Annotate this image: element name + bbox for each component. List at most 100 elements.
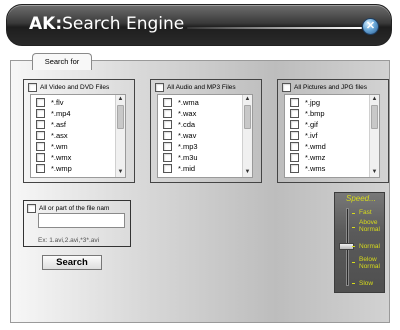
list-item-label: *.flv bbox=[51, 98, 64, 107]
item-checkbox[interactable] bbox=[36, 120, 45, 129]
scroll-down-icon[interactable]: ▼ bbox=[243, 168, 252, 177]
close-icon[interactable]: ✕ bbox=[362, 18, 379, 35]
list-item-label: *.cda bbox=[178, 120, 196, 129]
list-item[interactable]: *.jpg bbox=[290, 98, 320, 107]
list-item-label: *.asf bbox=[51, 120, 67, 129]
list-item[interactable]: *.wav bbox=[163, 131, 196, 140]
pictures-all-checkbox[interactable] bbox=[282, 83, 291, 92]
item-checkbox[interactable] bbox=[163, 164, 172, 173]
list-item[interactable]: *.ivf bbox=[290, 131, 318, 140]
filename-input[interactable] bbox=[38, 213, 125, 228]
audio-list[interactable]: *.wma *.wax *.cda *.wav *.mp3 *.m3u *.mi… bbox=[157, 94, 253, 178]
audio-all-checkbox[interactable] bbox=[155, 83, 164, 92]
item-checkbox[interactable] bbox=[36, 164, 45, 173]
video-list[interactable]: *.flv *.mp4 *.asf *.asx *.wm *.wmx *.wmp… bbox=[30, 94, 126, 178]
search-button[interactable]: Search bbox=[42, 255, 102, 270]
speed-tick bbox=[352, 227, 355, 228]
list-item[interactable]: *.wm bbox=[36, 142, 68, 151]
list-item-label: *.wm bbox=[51, 142, 68, 151]
list-item[interactable]: *.wmx bbox=[36, 153, 71, 162]
pictures-list[interactable]: *.jpg *.bmp *.gif *.ivf *.wmd *.wmz *.wm… bbox=[284, 94, 380, 178]
speed-label-above-normal: Above Normal bbox=[359, 219, 380, 233]
list-item-label: *.wmx bbox=[51, 153, 72, 162]
list-item[interactable]: *.wmp bbox=[36, 164, 72, 173]
list-item-label: *.wma bbox=[178, 98, 199, 107]
speed-label-below-normal: Below Normal bbox=[359, 256, 380, 270]
list-item-label: *.bmp bbox=[305, 109, 325, 118]
item-checkbox[interactable] bbox=[36, 142, 45, 151]
list-item[interactable]: *.m3u bbox=[163, 153, 198, 162]
scroll-down-icon[interactable]: ▼ bbox=[116, 168, 125, 177]
audio-group: All Audio and MP3 Files *.wma *.wax *.cd… bbox=[150, 79, 262, 183]
pictures-group-label: All Pictures and JPG files bbox=[294, 84, 367, 91]
audio-list-scrollbar[interactable]: ▲ ▼ bbox=[242, 95, 252, 177]
list-item[interactable]: *.mid bbox=[163, 164, 195, 173]
title-bar[interactable]: AK:Search Engine ✕ bbox=[6, 4, 392, 46]
app-title-brand: AK: bbox=[29, 14, 63, 34]
list-item[interactable]: *.wax bbox=[163, 109, 196, 118]
list-item[interactable]: *.flv bbox=[36, 98, 64, 107]
item-checkbox[interactable] bbox=[163, 98, 172, 107]
filename-search-checkbox[interactable] bbox=[27, 204, 36, 213]
list-item[interactable]: *.bmp bbox=[290, 109, 325, 118]
audio-group-label: All Audio and MP3 Files bbox=[167, 84, 236, 91]
video-all-checkbox[interactable] bbox=[28, 83, 37, 92]
list-item-label: *.wax bbox=[178, 109, 197, 118]
item-checkbox[interactable] bbox=[290, 120, 299, 129]
video-group-label: All Video and DVD Files bbox=[40, 84, 110, 91]
list-item[interactable]: *.mp4 bbox=[36, 109, 71, 118]
item-checkbox[interactable] bbox=[290, 153, 299, 162]
item-checkbox[interactable] bbox=[36, 98, 45, 107]
pictures-group-header[interactable]: All Pictures and JPG files bbox=[282, 83, 367, 92]
scroll-down-icon[interactable]: ▼ bbox=[370, 168, 379, 177]
list-item[interactable]: *.wma bbox=[163, 98, 199, 107]
item-checkbox[interactable] bbox=[163, 142, 172, 151]
list-item-label: *.gif bbox=[305, 120, 318, 129]
item-checkbox[interactable] bbox=[163, 153, 172, 162]
list-item[interactable]: *.wms bbox=[290, 164, 325, 173]
list-item[interactable]: *.wmd bbox=[290, 142, 326, 151]
speed-tick bbox=[352, 283, 355, 284]
speed-tick bbox=[352, 262, 355, 263]
audio-group-header[interactable]: All Audio and MP3 Files bbox=[155, 83, 236, 92]
list-item[interactable]: *.gif bbox=[290, 120, 318, 129]
list-item-label: *.wav bbox=[178, 131, 197, 140]
list-item-label: *.mp3 bbox=[178, 142, 198, 151]
list-item[interactable]: *.asx bbox=[36, 131, 68, 140]
tab-search-for[interactable]: Search for bbox=[32, 53, 92, 70]
speed-title: Speed... bbox=[346, 194, 376, 203]
pictures-list-scrollbar[interactable]: ▲ ▼ bbox=[369, 95, 379, 177]
item-checkbox[interactable] bbox=[290, 131, 299, 140]
list-item[interactable]: *.asf bbox=[36, 120, 66, 129]
item-checkbox[interactable] bbox=[163, 131, 172, 140]
item-checkbox[interactable] bbox=[163, 120, 172, 129]
video-list-scrollbar[interactable]: ▲ ▼ bbox=[115, 95, 125, 177]
video-group: All Video and DVD Files *.flv *.mp4 *.as… bbox=[23, 79, 135, 183]
item-checkbox[interactable] bbox=[163, 109, 172, 118]
app-title: AK:Search Engine bbox=[29, 14, 184, 34]
filename-hint: Ex: 1.avi,2.avi,*3*.avi bbox=[38, 237, 100, 244]
title-decor-line bbox=[187, 27, 362, 29]
item-checkbox[interactable] bbox=[290, 164, 299, 173]
item-checkbox[interactable] bbox=[36, 131, 45, 140]
video-group-header[interactable]: All Video and DVD Files bbox=[28, 83, 109, 92]
scroll-thumb[interactable] bbox=[244, 105, 251, 129]
app-window: AK:Search Engine ✕ Search for All Video … bbox=[0, 0, 400, 330]
scroll-up-icon[interactable]: ▲ bbox=[116, 95, 125, 104]
filename-search-header[interactable]: All or part of the file nam bbox=[27, 204, 109, 213]
list-item[interactable]: *.cda bbox=[163, 120, 195, 129]
list-item[interactable]: *.wmz bbox=[290, 153, 325, 162]
speed-label-fast: Fast bbox=[359, 209, 372, 216]
item-checkbox[interactable] bbox=[290, 98, 299, 107]
item-checkbox[interactable] bbox=[290, 109, 299, 118]
speed-label-slow: Slow bbox=[359, 280, 374, 287]
scroll-up-icon[interactable]: ▲ bbox=[243, 95, 252, 104]
item-checkbox[interactable] bbox=[36, 153, 45, 162]
pictures-group: All Pictures and JPG files *.jpg *.bmp *… bbox=[277, 79, 389, 183]
scroll-thumb[interactable] bbox=[371, 105, 378, 129]
scroll-thumb[interactable] bbox=[117, 105, 124, 129]
scroll-up-icon[interactable]: ▲ bbox=[370, 95, 379, 104]
list-item[interactable]: *.mp3 bbox=[163, 142, 198, 151]
item-checkbox[interactable] bbox=[36, 109, 45, 118]
item-checkbox[interactable] bbox=[290, 142, 299, 151]
